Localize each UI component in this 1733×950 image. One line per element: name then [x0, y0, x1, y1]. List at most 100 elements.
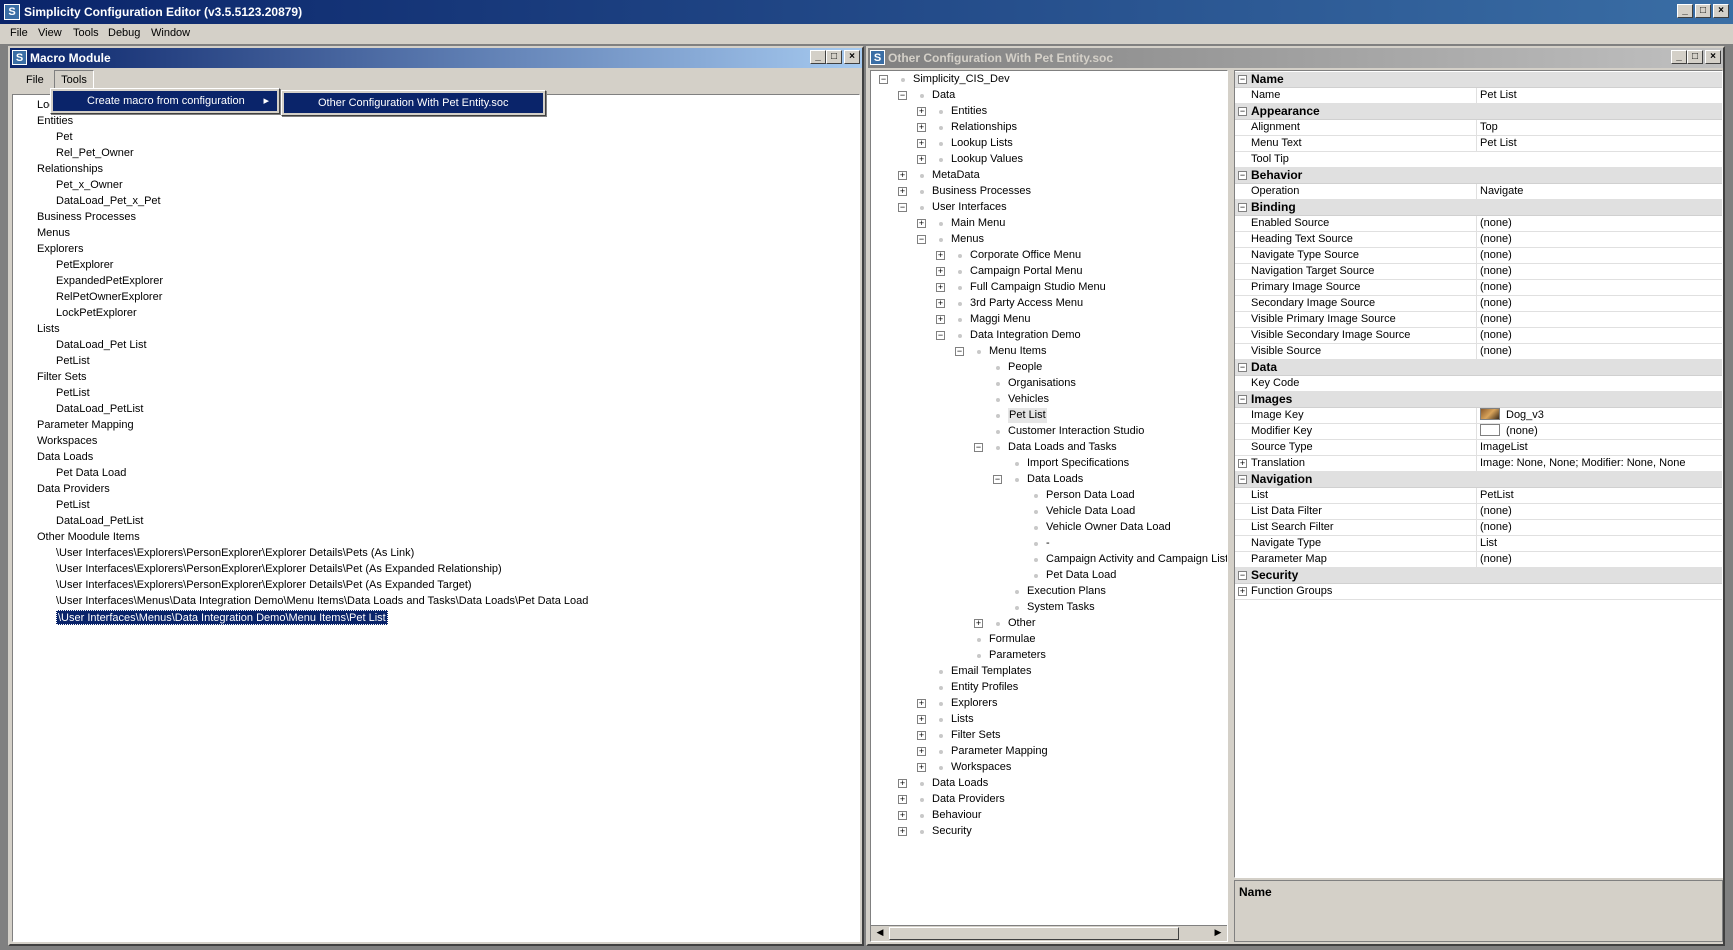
collapse-icon[interactable]: − — [917, 235, 926, 244]
expand-icon[interactable]: + — [936, 315, 945, 324]
horizontal-scrollbar[interactable]: ◀ ▶ — [871, 925, 1227, 941]
config-tree-item[interactable]: Vehicles — [1008, 392, 1049, 407]
macro-tree-item[interactable]: Lists — [37, 322, 60, 337]
macro-tree-item[interactable]: PetExplorer — [56, 258, 113, 273]
collapse-icon[interactable]: − — [993, 475, 1002, 484]
expand-icon[interactable]: + — [898, 779, 907, 788]
property-category[interactable]: − Name — [1235, 72, 1722, 88]
property-value[interactable]: (none) — [1476, 552, 1720, 567]
config-tree-item[interactable]: Lookup Lists — [951, 136, 1013, 151]
property-category[interactable]: − Behavior — [1235, 168, 1722, 184]
property-value[interactable]: Pet List — [1476, 88, 1720, 103]
config-tree-item[interactable]: Vehicle Owner Data Load — [1046, 520, 1171, 535]
macro-tree-item[interactable]: Pet_x_Owner — [56, 178, 123, 193]
property-value[interactable]: (none) — [1476, 328, 1720, 343]
macro-tree-item[interactable]: PetList — [56, 354, 90, 369]
property-row[interactable]: List Search Filter (none) — [1235, 520, 1722, 536]
property-value[interactable]: (none) — [1476, 520, 1720, 535]
close-icon[interactable]: × — [1705, 50, 1721, 64]
property-category[interactable]: − Data — [1235, 360, 1722, 376]
macro-tree-item[interactable]: Other Moodule Items — [37, 530, 140, 545]
config-tree-item[interactable]: Person Data Load — [1046, 488, 1135, 503]
config-tree-item[interactable]: Menu Items — [989, 344, 1046, 359]
macro-tree-item[interactable]: DataLoad_Pet List — [56, 338, 147, 353]
config-tree-item[interactable]: Pet Data Load — [1046, 568, 1116, 583]
create-macro-menu-item[interactable]: Create macro from configuration ▸ — [53, 91, 277, 111]
expand-icon[interactable]: + — [898, 827, 907, 836]
expand-icon[interactable]: + — [917, 155, 926, 164]
config-tree-item[interactable]: Pet List — [1008, 408, 1047, 423]
scroll-left-icon[interactable]: ◀ — [873, 927, 887, 940]
property-row[interactable]: Key Code — [1235, 376, 1722, 392]
config-tree-item[interactable]: Import Specifications — [1027, 456, 1129, 471]
macro-tree-item[interactable]: Pet — [56, 130, 73, 145]
property-row[interactable]: + Translation Image: None, None; Modifier:… — [1235, 456, 1722, 472]
macro-menu-file[interactable]: File — [26, 74, 44, 86]
macro-tree-item[interactable]: RelPetOwnerExplorer — [56, 290, 162, 305]
submenu-item-config[interactable]: Other Configuration With Pet Entity.soc — [284, 93, 543, 113]
property-value[interactable]: (none) — [1476, 296, 1720, 311]
config-tree-item[interactable]: Main Menu — [951, 216, 1005, 231]
close-icon[interactable]: × — [844, 50, 860, 64]
macro-tree-item[interactable]: \User Interfaces\Menus\Data Integration … — [56, 594, 588, 609]
config-tree-item[interactable]: Data — [932, 88, 955, 103]
macro-tree[interactable]: Look Entities Pet Rel_Pet_Owner Relationship… — [12, 94, 860, 942]
expand-icon[interactable]: + — [917, 219, 926, 228]
expand-icon[interactable]: + — [917, 747, 926, 756]
collapse-icon[interactable]: − — [1238, 107, 1247, 116]
menu-window[interactable]: Window — [151, 27, 190, 39]
config-tree-item[interactable]: Maggi Menu — [970, 312, 1031, 327]
macro-tree-item[interactable]: Pet Data Load — [56, 466, 126, 481]
expand-icon[interactable]: + — [898, 187, 907, 196]
macro-tree-item[interactable]: Data Loads — [37, 450, 93, 465]
expand-icon[interactable]: + — [1238, 459, 1247, 468]
macro-tree-item[interactable]: Workspaces — [37, 434, 97, 449]
collapse-icon[interactable]: − — [1238, 571, 1247, 580]
collapse-icon[interactable]: − — [936, 331, 945, 340]
config-tree-item[interactable]: Entity Profiles — [951, 680, 1018, 695]
property-value[interactable]: Dog_v3 — [1476, 408, 1720, 423]
close-icon[interactable]: × — [1713, 4, 1729, 18]
config-tree-item[interactable]: System Tasks — [1027, 600, 1095, 615]
config-tree-item[interactable]: Entities — [951, 104, 987, 119]
expand-icon[interactable]: + — [917, 731, 926, 740]
config-tree-item[interactable]: Campaign Portal Menu — [970, 264, 1083, 279]
minimize-icon[interactable]: _ — [810, 50, 826, 64]
expand-icon[interactable]: + — [936, 299, 945, 308]
config-tree-item[interactable]: 3rd Party Access Menu — [970, 296, 1083, 311]
config-tree-item[interactable]: Workspaces — [951, 760, 1011, 775]
property-category[interactable]: − Appearance — [1235, 104, 1722, 120]
config-tree-item[interactable]: Other — [1008, 616, 1036, 631]
config-tree-item[interactable]: - — [1046, 536, 1050, 551]
property-category[interactable]: − Binding — [1235, 200, 1722, 216]
expand-icon[interactable]: + — [917, 123, 926, 132]
macro-tree-item[interactable]: \User Interfaces\Explorers\PersonExplore… — [56, 562, 502, 577]
collapse-icon[interactable]: − — [1238, 395, 1247, 404]
config-tree-item[interactable]: Security — [932, 824, 972, 839]
config-tree-item[interactable]: Email Templates — [951, 664, 1032, 679]
expand-icon[interactable]: + — [898, 171, 907, 180]
expand-icon[interactable]: + — [917, 699, 926, 708]
property-row[interactable]: Visible Source (none) — [1235, 344, 1722, 360]
property-row[interactable]: Secondary Image Source (none) — [1235, 296, 1722, 312]
property-row[interactable]: + Function Groups — [1235, 584, 1722, 600]
property-row[interactable]: Operation Navigate — [1235, 184, 1722, 200]
macro-tree-item[interactable]: \User Interfaces\Menus\Data Integration … — [56, 610, 388, 625]
macro-tree-item[interactable]: Entities — [37, 114, 73, 129]
minimize-icon[interactable]: _ — [1677, 4, 1693, 18]
expand-icon[interactable]: + — [917, 107, 926, 116]
property-value[interactable]: ImageList — [1476, 440, 1720, 455]
macro-tree-item[interactable]: Parameter Mapping — [37, 418, 134, 433]
property-row[interactable]: List PetList — [1235, 488, 1722, 504]
property-value[interactable]: (none) — [1476, 280, 1720, 295]
macro-tree-item[interactable]: Menus — [37, 226, 70, 241]
expand-icon[interactable]: + — [898, 811, 907, 820]
config-tree-item[interactable]: Data Loads — [932, 776, 988, 791]
menu-debug[interactable]: Debug — [108, 27, 140, 39]
maximize-icon[interactable]: □ — [1687, 50, 1703, 64]
property-row[interactable]: Alignment Top — [1235, 120, 1722, 136]
property-row[interactable]: Tool Tip — [1235, 152, 1722, 168]
expand-icon[interactable]: + — [974, 619, 983, 628]
menu-view[interactable]: View — [38, 27, 62, 39]
property-value[interactable]: Top — [1476, 120, 1720, 135]
